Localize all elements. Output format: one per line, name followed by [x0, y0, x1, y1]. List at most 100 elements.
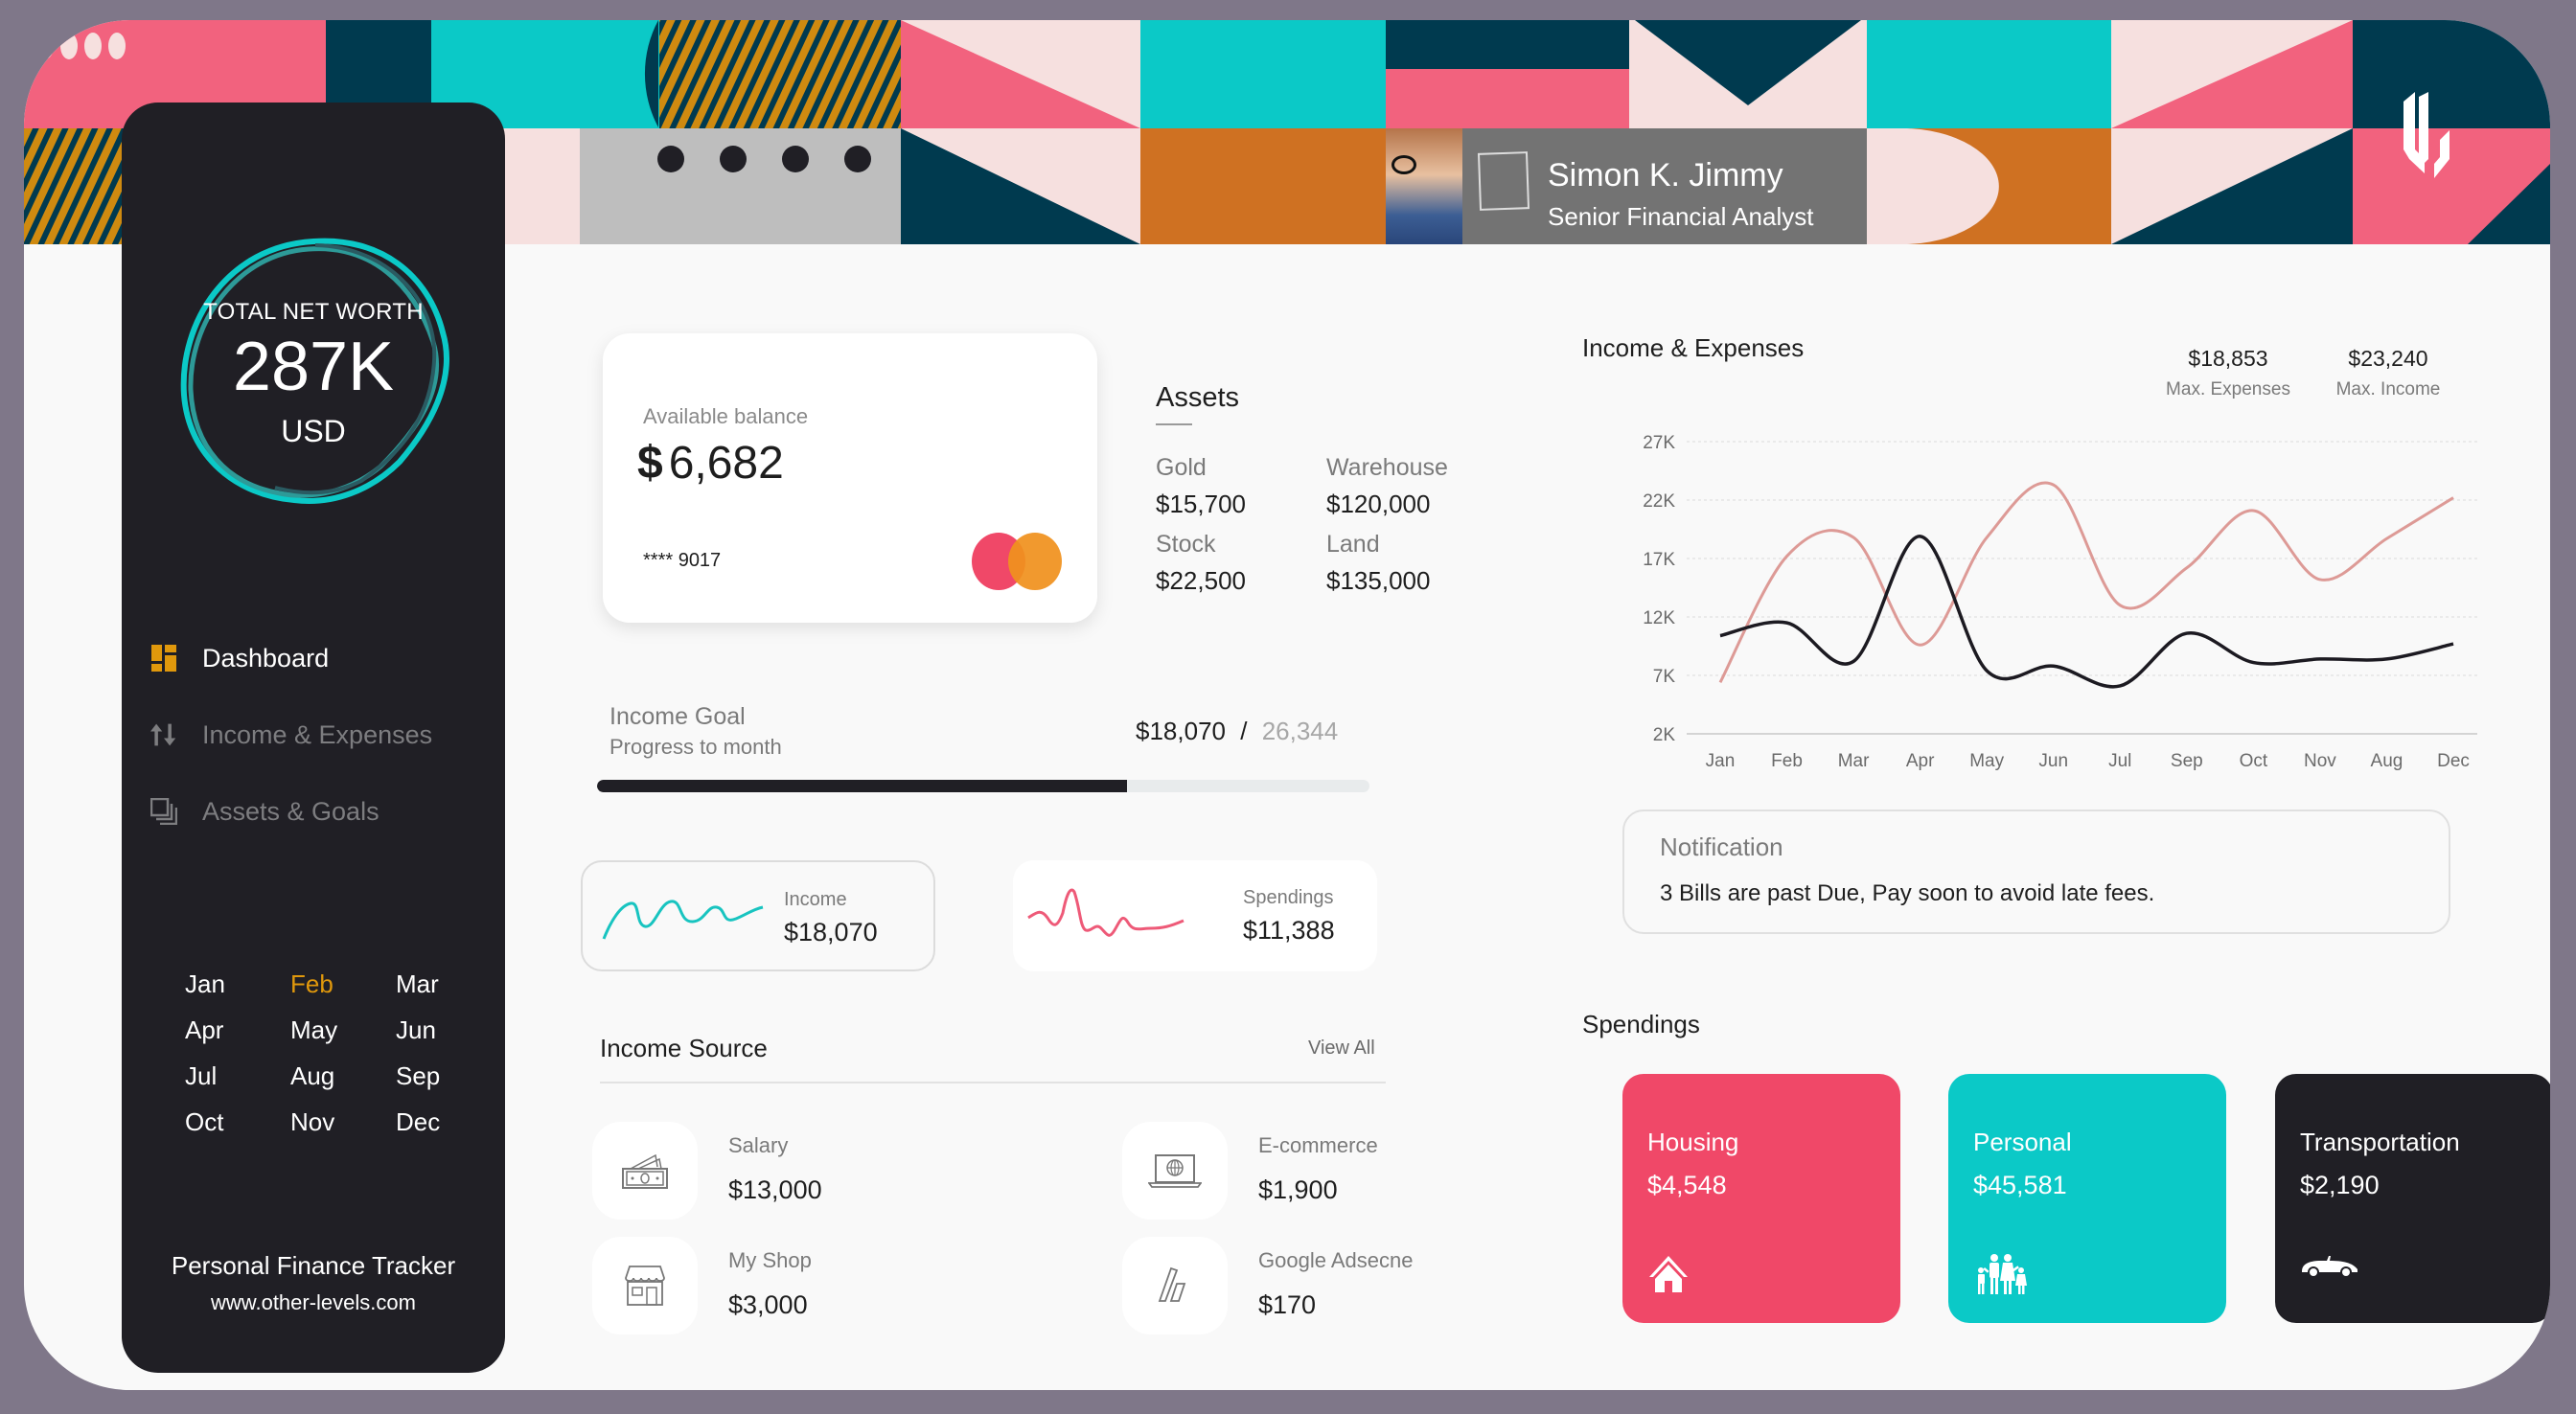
income-expenses-chart: 27K 22K 17K 12K 7K 2K Jan Feb Mar Apr May Jun Jul Sep…: [1643, 433, 2477, 771]
sidebar-item-income-expenses[interactable]: Income & Expenses: [150, 696, 432, 773]
brand-title: Personal Finance Tracker: [171, 1251, 456, 1280]
month-jul[interactable]: Jul: [185, 1061, 290, 1092]
view-all-link[interactable]: View All: [1308, 1038, 1375, 1060]
up-down-arrows-icon: [150, 721, 177, 748]
month-jan[interactable]: Jan: [185, 969, 290, 1000]
notification-message: 3 Bills are past Due, Pay soon to avoid …: [1660, 880, 2155, 906]
x-tick-label: Sep: [2171, 751, 2203, 771]
spending-card-transportation[interactable]: Transportation $2,190: [2275, 1074, 2550, 1323]
assets-title: Assets: [1156, 382, 1240, 413]
month-may[interactable]: May: [290, 1015, 396, 1046]
y-tick-label: 17K: [1643, 550, 1675, 570]
month-sep[interactable]: Sep: [396, 1061, 501, 1092]
sidebar-item-label: Income & Expenses: [202, 719, 433, 749]
balance-value: 6,682: [668, 438, 784, 489]
sidebar-nav: Dashboard Income & Expenses Assets & Goa…: [150, 620, 432, 850]
x-tick-label: Oct: [2240, 751, 2268, 771]
net-worth-unit: USD: [281, 414, 346, 448]
income-source-icon-box[interactable]: [1122, 1237, 1228, 1334]
laptop-globe-icon: [1122, 1122, 1228, 1220]
income-source-label: E-commerce: [1258, 1133, 1378, 1157]
x-tick-label: Jul: [2108, 751, 2131, 771]
adsense-icon: [1122, 1237, 1228, 1334]
spendings-sparkline: [1027, 888, 1184, 937]
y-tick-label: 7K: [1653, 667, 1676, 687]
sidebar: TOTAL NET WORTH 287K USD Dashboard Incom…: [122, 103, 505, 1373]
income-source-icon-box[interactable]: [592, 1237, 698, 1334]
chart-title: Income & Expenses: [1582, 333, 1805, 362]
income-source-icon-box[interactable]: [592, 1122, 698, 1220]
asset-warehouse: Warehouse $120,000: [1326, 454, 1497, 519]
income-source-value: $1,900: [1258, 1175, 1338, 1204]
car-icon: [2300, 1254, 2359, 1282]
income-mini-value: $18,070: [784, 918, 878, 946]
spendings-mini-card[interactable]: Spendings $11,388: [1013, 860, 1377, 971]
income-source-value: $13,000: [728, 1175, 822, 1204]
net-worth-label: TOTAL NET WORTH: [203, 299, 424, 325]
asset-stock: Stock $22,500: [1156, 531, 1326, 596]
profile-frame: [1477, 151, 1530, 211]
income-source-divider: [600, 1082, 1386, 1083]
net-worth-widget: TOTAL NET WORTH 287K USD: [150, 208, 476, 534]
spending-label: Personal: [1973, 1128, 2072, 1156]
max-expenses: $18,853 Max. Expenses: [2161, 346, 2295, 400]
x-tick-label: Feb: [1771, 751, 1803, 771]
sidebar-item-dashboard[interactable]: Dashboard: [150, 620, 432, 696]
dashboard-icon: [150, 645, 177, 672]
assets-title-underline: [1156, 423, 1192, 425]
logo-icon[interactable]: [2396, 82, 2463, 197]
income-source-title: Income Source: [600, 1034, 768, 1062]
cash-icon: [592, 1122, 698, 1220]
month-aug[interactable]: Aug: [290, 1061, 396, 1092]
storefront-icon: [592, 1237, 698, 1334]
assets-grid: Gold $15,700 Warehouse $120,000 Stock $22,500…: [1156, 454, 1497, 596]
income-source-icon-box[interactable]: [1122, 1122, 1228, 1220]
spending-card-personal[interactable]: Personal $45,581: [1948, 1074, 2226, 1323]
max-expenses-label: Max. Expenses: [2166, 379, 2290, 399]
goal-title: Income Goal: [610, 703, 746, 730]
house-icon: [1647, 1254, 1690, 1297]
max-income: $23,240 Max. Income: [2326, 346, 2450, 400]
asset-gold: Gold $15,700: [1156, 454, 1326, 519]
card-number: **** 9017: [643, 550, 722, 571]
month-oct[interactable]: Oct: [185, 1107, 290, 1138]
month-selector: Jan Feb Mar Apr May Jun Jul Aug Sep Oct Nov Dec: [185, 969, 501, 1138]
income-mini-card[interactable]: Income $18,070: [581, 860, 935, 971]
goal-subtitle: Progress to month: [610, 735, 782, 759]
goal-current: $18,070: [1136, 717, 1226, 745]
income-sparkline: [602, 900, 764, 940]
spending-card-housing[interactable]: Housing $4,548: [1622, 1074, 1900, 1323]
spendings-mini-label: Spendings: [1243, 887, 1334, 908]
month-apr[interactable]: Apr: [185, 1015, 290, 1046]
asset-value: $22,500: [1156, 566, 1246, 595]
balance-amount: $6,682: [637, 437, 784, 490]
sidebar-item-assets-goals[interactable]: Assets & Goals: [150, 773, 432, 850]
month-jun[interactable]: Jun: [396, 1015, 501, 1046]
notification-card[interactable]: Notification 3 Bills are past Due, Pay s…: [1622, 810, 2450, 934]
month-mar[interactable]: Mar: [396, 969, 501, 1000]
month-nov[interactable]: Nov: [290, 1107, 396, 1138]
month-feb[interactable]: Feb: [290, 969, 396, 1000]
spending-value: $4,548: [1647, 1171, 1727, 1199]
goal-values: $18,070 / 26,344: [1136, 717, 1338, 746]
goal-target: 26,344: [1261, 717, 1339, 745]
asset-value: $15,700: [1156, 490, 1246, 518]
asset-land: Land $135,000: [1326, 531, 1497, 596]
spendings-title: Spendings: [1582, 1010, 1700, 1038]
family-icon: [1973, 1254, 2029, 1299]
goal-progress-bar: [597, 780, 1369, 792]
sidebar-item-label: Dashboard: [202, 643, 330, 673]
dashboard-page: Simon K. Jimmy Senior Financial Analyst …: [24, 20, 2550, 1390]
balance-card[interactable]: Available balance $6,682 **** 9017: [603, 333, 1097, 623]
month-dec[interactable]: Dec: [396, 1107, 501, 1138]
max-income-value: $23,240: [2348, 346, 2428, 371]
x-tick-label: Apr: [1906, 751, 1935, 771]
profile-photo[interactable]: [1386, 128, 1462, 244]
brand-block: Personal Finance Tracker www.other-level…: [122, 1251, 505, 1315]
goal-progress-fill: [597, 780, 1127, 792]
income-source-value: $170: [1258, 1290, 1317, 1319]
spending-value: $2,190: [2300, 1171, 2380, 1199]
income-source-label: Salary: [728, 1133, 789, 1157]
asset-label: Stock: [1156, 531, 1216, 558]
brand-url[interactable]: www.other-levels.com: [122, 1290, 505, 1315]
